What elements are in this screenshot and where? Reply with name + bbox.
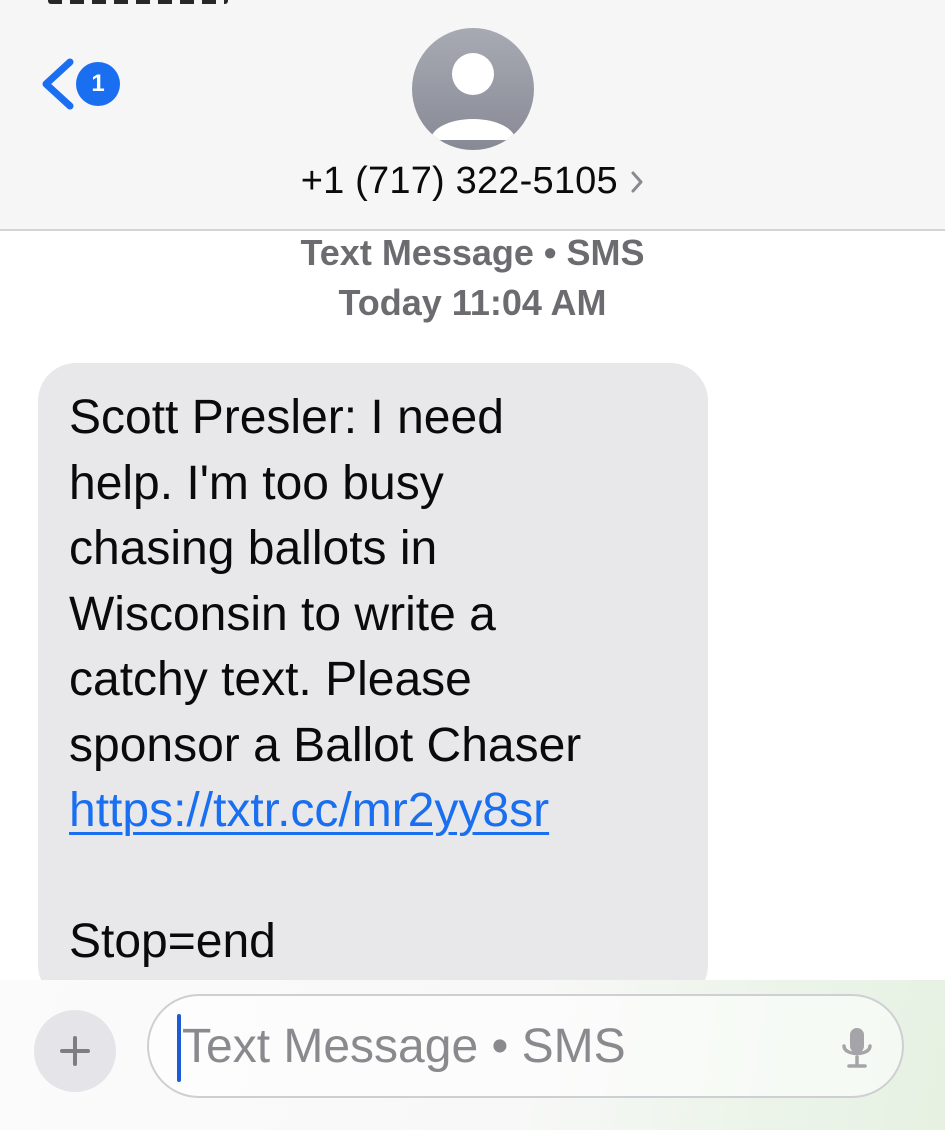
contact-avatar[interactable] (412, 28, 534, 150)
text-caret (177, 1014, 181, 1082)
message-line: Scott Presler: I need (69, 391, 504, 444)
contact-details-button[interactable]: +1 (717) 322-5105 (0, 160, 945, 212)
conversation-header: 1 +1 (717) 322-5105 (0, 0, 945, 231)
person-icon (430, 53, 516, 140)
message-link[interactable]: https://txtr.cc/mr2yy8sr (69, 784, 549, 837)
composer-bar: Text Message • SMS (0, 980, 945, 1130)
message-input[interactable]: Text Message • SMS (147, 994, 904, 1098)
unread-badge: 1 (76, 62, 120, 106)
message-line: chasing ballots in (69, 522, 438, 575)
plus-icon (60, 1036, 90, 1066)
status-bar-fragment (48, 0, 228, 4)
messages-screen: 1 +1 (717) 322-5105 Text Message • SMS T… (0, 0, 945, 1130)
message-input-placeholder: Text Message • SMS (182, 1020, 626, 1073)
chevron-right-icon (631, 171, 643, 192)
thread-meta: Text Message • SMS Today 11:04 AM (0, 228, 945, 328)
message-opt-out: Stop=end (69, 915, 276, 968)
microphone-icon[interactable] (839, 1026, 875, 1070)
message-timestamp: Today 11:04 AM (338, 282, 607, 323)
back-button[interactable]: 1 (38, 56, 128, 112)
message-line: sponsor a Ballot Chaser (69, 718, 582, 772)
chevron-left-icon (42, 58, 74, 110)
add-attachment-button[interactable] (34, 1010, 116, 1092)
message-line: catchy text. Please (69, 653, 472, 706)
service-label: Text Message • SMS (300, 232, 645, 273)
incoming-message-bubble[interactable]: Scott Presler: I need help. I'm too busy… (38, 363, 708, 1003)
contact-name: +1 (717) 322-5105 (300, 160, 618, 202)
message-line: Wisconsin to write a (69, 587, 496, 641)
message-line: help. I'm too busy (69, 456, 444, 510)
